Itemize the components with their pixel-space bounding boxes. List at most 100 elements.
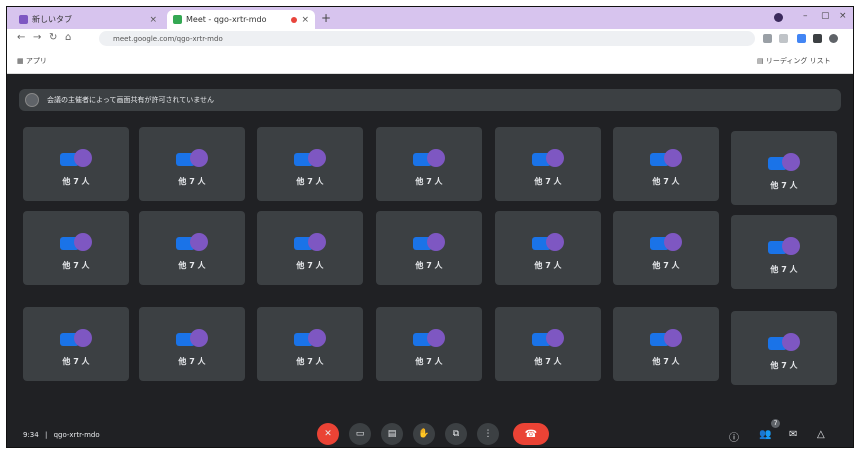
participant-avatar-icon: [413, 149, 445, 167]
others-count-label: 他 7 人: [178, 357, 206, 366]
new-tab-button[interactable]: +: [321, 11, 331, 25]
people-icon[interactable]: 👥: [759, 429, 771, 440]
participant-avatar-icon: [60, 329, 92, 347]
home-icon[interactable]: ⌂: [65, 32, 71, 43]
participant-avatar-icon: [650, 329, 682, 347]
notice-banner: 会議の主催者によって画面共有が許可されていません: [19, 89, 841, 111]
participant-avatar-icon: [650, 149, 682, 167]
participant-tile[interactable]: 他 7 人: [139, 211, 245, 285]
participant-tile[interactable]: 他 7 人: [731, 215, 837, 289]
leave-call-button[interactable]: ☎: [513, 423, 549, 445]
camera-button[interactable]: ▭: [349, 423, 371, 445]
extensions-puzzle-icon[interactable]: [813, 34, 822, 43]
camera-icon: ▭: [355, 429, 365, 439]
avatar-purple-shape: [74, 329, 92, 347]
menu-icon[interactable]: [829, 34, 838, 43]
close-tab-icon[interactable]: ×: [149, 15, 157, 25]
microphone-button[interactable]: ✕: [317, 423, 339, 445]
meeting-code: qgo-xrtr-mdo: [53, 431, 100, 439]
participant-tile[interactable]: 他 7 人: [257, 127, 363, 201]
participant-tile[interactable]: 他 7 人: [613, 127, 719, 201]
participant-tile[interactable]: 他 7 人: [613, 211, 719, 285]
participant-tile[interactable]: 他 7 人: [376, 307, 482, 381]
avatar-purple-shape: [782, 333, 800, 351]
notice-text: 会議の主催者によって画面共有が許可されていません: [47, 96, 215, 104]
others-count-label: 他 7 人: [62, 177, 90, 186]
presenter-avatar-icon: [25, 93, 39, 107]
others-count-label: 他 7 人: [296, 261, 324, 270]
reading-list-button[interactable]: ▤ リーディング リスト: [757, 56, 831, 66]
avatar-purple-shape: [664, 233, 682, 251]
participant-tile[interactable]: 他 7 人: [23, 127, 129, 201]
participant-avatar-icon: [60, 233, 92, 251]
participant-tile[interactable]: 他 7 人: [139, 307, 245, 381]
bookmarks-bar: ▦ アプリ ▤ リーディング リスト: [7, 49, 853, 74]
tab-title: 新しいタブ: [32, 15, 72, 24]
activities-icon[interactable]: △: [817, 429, 825, 440]
maximize-button[interactable]: ▢: [821, 11, 830, 21]
tab-favicon-icon: [19, 15, 28, 24]
participant-tile[interactable]: 他 7 人: [495, 307, 601, 381]
bookmark-star-icon[interactable]: [779, 34, 788, 43]
browser-window: 新しいタブ × Meet - qgo-xrtr-mdo × + – ▢ × ← …: [6, 6, 854, 448]
camera-permission-icon[interactable]: [763, 34, 772, 43]
chat-icon[interactable]: ✉: [789, 429, 797, 440]
tab-meet[interactable]: Meet - qgo-xrtr-mdo ×: [167, 10, 315, 29]
url-text: meet.google.com/qgo-xrtr-mdo: [113, 34, 223, 43]
apps-bookmark[interactable]: ▦ アプリ: [17, 56, 47, 66]
close-tab-icon[interactable]: ×: [301, 15, 309, 25]
participant-tile[interactable]: 他 7 人: [139, 127, 245, 201]
participant-count-badge: 7: [771, 419, 780, 428]
avatar-purple-shape: [427, 149, 445, 167]
raise-hand-button[interactable]: ✋: [413, 423, 435, 445]
reload-icon[interactable]: ↻: [49, 32, 57, 43]
close-window-button[interactable]: ×: [839, 11, 847, 21]
avatar-purple-shape: [308, 329, 326, 347]
participant-tile[interactable]: 他 7 人: [257, 211, 363, 285]
participant-avatar-icon: [768, 237, 800, 255]
others-count-label: 他 7 人: [415, 261, 443, 270]
forward-icon[interactable]: →: [33, 32, 41, 43]
back-icon[interactable]: ←: [17, 32, 25, 43]
participant-avatar-icon: [413, 233, 445, 251]
participant-avatar-icon: [60, 149, 92, 167]
reading-list-label: リーディング リスト: [765, 57, 831, 65]
participant-tile[interactable]: 他 7 人: [731, 311, 837, 385]
avatar-purple-shape: [74, 233, 92, 251]
participant-tile[interactable]: 他 7 人: [376, 127, 482, 201]
others-count-label: 他 7 人: [770, 265, 798, 274]
participant-tile[interactable]: 他 7 人: [731, 131, 837, 205]
participant-tile[interactable]: 他 7 人: [23, 211, 129, 285]
meeting-details-icon[interactable]: ⓘ: [729, 429, 739, 444]
participant-avatar-icon: [768, 153, 800, 171]
others-count-label: 他 7 人: [296, 357, 324, 366]
participant-tile[interactable]: 他 7 人: [495, 211, 601, 285]
profile-icon[interactable]: [774, 13, 783, 22]
others-count-label: 他 7 人: [296, 177, 324, 186]
participant-tile[interactable]: 他 7 人: [376, 211, 482, 285]
participant-avatar-icon: [532, 233, 564, 251]
participant-tile[interactable]: 他 7 人: [495, 127, 601, 201]
minimize-button[interactable]: –: [803, 11, 808, 21]
separator: |: [44, 431, 48, 439]
extension-icon[interactable]: [797, 34, 806, 43]
participant-avatar-icon: [176, 329, 208, 347]
more-options-button[interactable]: ⋮: [477, 423, 499, 445]
others-count-label: 他 7 人: [770, 181, 798, 190]
present-button[interactable]: ⧉: [445, 423, 467, 445]
avatar-purple-shape: [782, 153, 800, 171]
others-count-label: 他 7 人: [62, 357, 90, 366]
participant-tile[interactable]: 他 7 人: [613, 307, 719, 381]
meeting-time: 9:34: [23, 431, 39, 439]
participant-avatar-icon: [176, 233, 208, 251]
participant-tile[interactable]: 他 7 人: [257, 307, 363, 381]
tab-new-tab[interactable]: 新しいタブ ×: [13, 10, 163, 29]
mic-off-icon: ✕: [324, 429, 332, 439]
participant-tile[interactable]: 他 7 人: [23, 307, 129, 381]
others-count-label: 他 7 人: [770, 361, 798, 370]
captions-button[interactable]: ▤: [381, 423, 403, 445]
address-bar[interactable]: meet.google.com/qgo-xrtr-mdo: [99, 31, 755, 46]
recording-indicator-icon: [291, 16, 298, 23]
others-count-label: 他 7 人: [178, 177, 206, 186]
avatar-purple-shape: [190, 233, 208, 251]
